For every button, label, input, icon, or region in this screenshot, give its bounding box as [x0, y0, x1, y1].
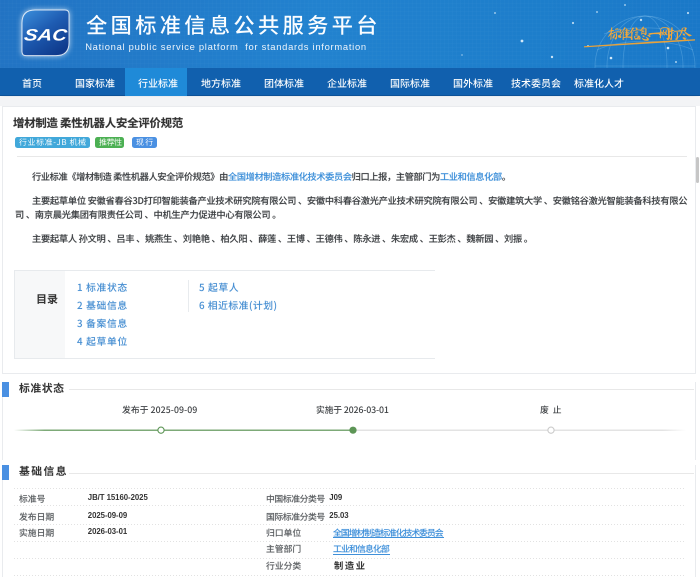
svg-text:SAC: SAC	[23, 25, 69, 44]
